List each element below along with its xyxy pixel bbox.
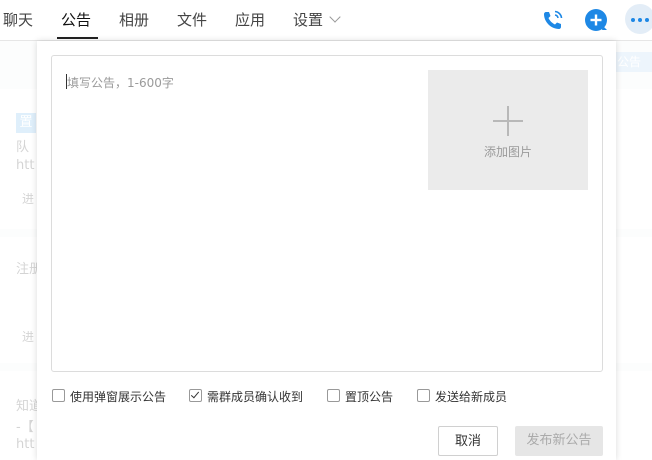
more-icon[interactable] bbox=[625, 4, 652, 34]
checkbox[interactable] bbox=[327, 389, 340, 402]
option-pin-top[interactable]: 置顶公告 bbox=[327, 388, 397, 404]
checkbox[interactable] bbox=[417, 389, 430, 402]
checkbox-checked[interactable] bbox=[189, 389, 202, 402]
tab-announcement[interactable]: 公告 bbox=[61, 9, 91, 30]
cancel-button[interactable]: 取消 bbox=[438, 426, 498, 456]
publish-button[interactable]: 发布新公告 bbox=[515, 426, 603, 456]
add-image-label: 添加图片 bbox=[483, 145, 532, 159]
active-tab-indicator bbox=[57, 37, 98, 39]
phone-icon[interactable] bbox=[540, 7, 566, 33]
tab-files[interactable]: 文件 bbox=[177, 9, 207, 30]
plus-icon-vertical bbox=[507, 106, 509, 136]
option-label: 需群成员确认收到 bbox=[207, 390, 304, 404]
option-send-new-members[interactable]: 发送给新成员 bbox=[417, 388, 512, 404]
option-label: 发送给新成员 bbox=[435, 390, 508, 404]
option-label: 使用弹窗展示公告 bbox=[70, 390, 167, 404]
chevron-down-icon[interactable] bbox=[329, 11, 341, 23]
announcement-textarea[interactable]: 填写公告，1-600字 添加图片 bbox=[51, 55, 603, 372]
tab-chat[interactable]: 聊天 bbox=[3, 9, 33, 30]
add-image-button[interactable]: 添加图片 bbox=[428, 70, 588, 190]
tab-settings[interactable]: 设置 bbox=[293, 9, 323, 30]
checkbox[interactable] bbox=[52, 389, 65, 402]
tab-album[interactable]: 相册 bbox=[119, 9, 149, 30]
option-require-confirm[interactable]: 需群成员确认收到 bbox=[189, 388, 309, 404]
option-popup-display[interactable]: 使用弹窗展示公告 bbox=[52, 388, 172, 404]
option-label: 置顶公告 bbox=[345, 390, 394, 404]
tab-apps[interactable]: 应用 bbox=[235, 9, 265, 30]
new-announcement-dialog: 填写公告，1-600字 添加图片 使用弹窗展示公告 需群成员确认收到 置顶公告 … bbox=[37, 41, 616, 460]
add-circle-icon[interactable] bbox=[583, 7, 609, 33]
top-nav: 聊天 公告 相册 文件 应用 设置 bbox=[0, 0, 652, 41]
textarea-placeholder: 填写公告，1-600字 bbox=[67, 76, 174, 90]
